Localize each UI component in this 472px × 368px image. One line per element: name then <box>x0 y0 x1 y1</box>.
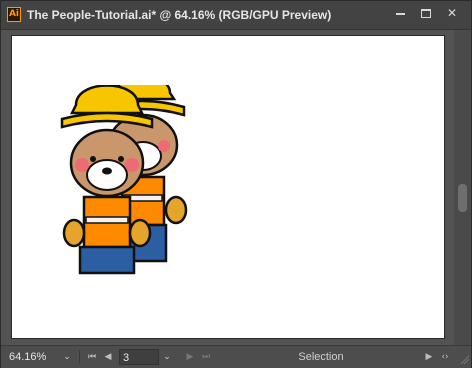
illustrator-app-icon: Ai <box>7 7 21 22</box>
construction-worker-bears-artwork[interactable] <box>48 85 208 275</box>
next-artboard-icon[interactable]: ▶ <box>184 349 196 365</box>
artboard[interactable] <box>11 35 445 339</box>
status-bar: 64.16% ⌄ ⏮ ◀ 3 ⌄ ▶ ⏭ Selection ▶ ‹› <box>1 345 471 368</box>
page-field[interactable]: 3 <box>119 349 159 365</box>
canvas-area[interactable] <box>1 30 454 345</box>
scrollbar-thumb[interactable] <box>458 184 467 212</box>
resize-grip-icon[interactable] <box>459 354 469 364</box>
maximize-icon <box>421 9 431 18</box>
zoom-field[interactable]: 64.16% <box>9 349 61 365</box>
front-bear <box>60 85 154 275</box>
first-artboard-icon[interactable]: ⏮ <box>86 349 98 365</box>
app-window: Ai The People-Tutorial.ai* @ 64.16% (RGB… <box>0 0 472 368</box>
last-artboard-icon[interactable]: ⏭ <box>200 349 212 365</box>
title-bar[interactable]: Ai The People-Tutorial.ai* @ 64.16% (RGB… <box>1 1 471 30</box>
code-icon[interactable]: ‹› <box>439 349 451 365</box>
previous-artboard-icon[interactable]: ◀ <box>102 349 114 365</box>
minimize-icon <box>395 12 405 15</box>
maximize-button[interactable] <box>413 3 439 23</box>
tool-status-label[interactable]: Selection <box>271 349 371 365</box>
close-icon: ✕ <box>446 6 458 20</box>
chevron-down-icon[interactable]: ⌄ <box>61 349 73 365</box>
vertical-scrollbar[interactable] <box>454 30 471 345</box>
play-icon[interactable]: ▶ <box>423 349 435 365</box>
divider <box>79 350 80 364</box>
window-title: The People-Tutorial.ai* @ 64.16% (RGB/GP… <box>27 8 332 22</box>
close-button[interactable]: ✕ <box>439 3 465 23</box>
minimize-button[interactable] <box>387 3 413 23</box>
page-dropdown-icon[interactable]: ⌄ <box>161 349 173 365</box>
